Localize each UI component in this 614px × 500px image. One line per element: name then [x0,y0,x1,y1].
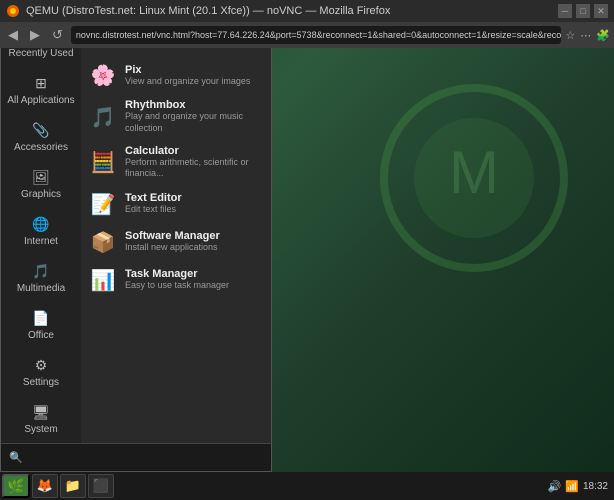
calculator-app-text: Calculator Perform arithmetic, scientifi… [125,145,263,180]
settings-label: Settings [23,377,59,388]
calculator-app-desc: Perform arithmetic, scientific or financ… [125,157,263,180]
app-list: 🦊 Firefox Web Browser Browse the World W… [81,48,271,443]
sidebar-item-internet[interactable]: 🌐 Internet [1,208,81,255]
rhythmbox-app-name: Rhythmbox [125,99,263,111]
list-item[interactable]: 🎵 Rhythmbox Play and organize your music… [81,94,271,139]
task-manager-app-text: Task Manager Easy to use task manager [125,268,229,292]
firefox-icon [6,4,20,18]
sidebar-item-graphics[interactable]: 🖼 Graphics [1,161,81,208]
multimedia-icon: 🎵 [32,263,49,280]
software-manager-app-text: Software Manager Install new application… [125,230,220,254]
start-button[interactable]: 🌿 [2,474,30,498]
volume-icon: 🔊 [548,480,562,493]
sidebar-item-all-apps[interactable]: ⊞ All Applications [1,67,81,114]
sidebar-item-settings[interactable]: ⚙ Settings [1,349,81,396]
thunderbird-app-text: Thunderbird Mail Send and receive mail w… [125,48,263,51]
pix-app-name: Pix [125,64,250,76]
calculator-app-icon: 🧮 [89,148,117,176]
sidebar-item-recently-used[interactable]: 🕐 Recently Used [1,48,81,67]
accessories-icon: 📎 [32,122,49,139]
taskbar-right: 🔊 📶 18:32 [548,480,612,493]
window-title: QEMU (DistroTest.net: Linux Mint (20.1 X… [26,5,552,17]
task-manager-app-desc: Easy to use task manager [125,280,229,292]
settings-icon: ⚙ [35,357,48,374]
software-manager-app-name: Software Manager [125,230,220,242]
minimize-button[interactable]: ─ [558,4,572,18]
system-label: System [24,424,57,435]
pix-app-icon: 🌸 [89,61,117,89]
bookmark-icon[interactable]: ☆ [565,29,575,42]
internet-icon: 🌐 [32,216,49,233]
navigation-bar: ◀ ▶ ↺ novnc.distrotest.net/vnc.html?host… [0,22,614,48]
app-menu-body: ⭐ Favorites 🕐 Recently Used ⊞ All Applic… [1,48,271,443]
title-bar: QEMU (DistroTest.net: Linux Mint (20.1 X… [0,0,614,22]
all-apps-label: All Applications [7,95,74,106]
close-button[interactable]: ✕ [594,4,608,18]
sidebar-item-accessories[interactable]: 📎 Accessories [1,114,81,161]
taskbar-apps: 🦊 📁 ⬛ [32,474,546,498]
pix-app-desc: View and organize your images [125,76,250,88]
rhythmbox-app-icon: 🎵 [89,103,117,131]
app-menu: 👤 Live session user 📷 🔒 ⏻ ⭐ Favorites 🕐 … [0,48,272,472]
taskbar: 🌿 🦊 📁 ⬛ 🔊 📶 18:32 [0,472,614,500]
taskbar-app-firefox[interactable]: 🦊 [32,474,58,498]
office-icon: 📄 [32,310,49,327]
browser-chrome: QEMU (DistroTest.net: Linux Mint (20.1 X… [0,0,614,48]
start-icon: 🌿 [7,478,24,495]
internet-label: Internet [24,236,58,247]
list-item[interactable]: 📝 Text Editor Edit text files [81,185,271,223]
menu-sidebar: ⭐ Favorites 🕐 Recently Used ⊞ All Applic… [1,48,81,443]
forward-button[interactable]: ▶ [26,25,44,45]
list-item[interactable]: 🐦 Thunderbird Mail Send and receive mail… [81,48,271,56]
taskbar-app-files[interactable]: 📁 [60,474,86,498]
svg-text:M: M [449,139,499,206]
maximize-button[interactable]: □ [576,4,590,18]
rhythmbox-app-text: Rhythmbox Play and organize your music c… [125,99,263,134]
search-input[interactable] [29,452,263,464]
text-editor-app-name: Text Editor [125,192,182,204]
address-text: novnc.distrotest.net/vnc.html?host=77.64… [76,30,562,40]
software-manager-app-icon: 📦 [89,228,117,256]
sidebar-item-system[interactable]: 🖥 System [1,396,81,443]
text-editor-app-icon: 📝 [89,190,117,218]
mint-logo: M [374,78,574,278]
graphics-label: Graphics [21,189,61,200]
sidebar-item-office[interactable]: 📄 Office [1,302,81,349]
accessories-label: Accessories [14,142,68,153]
list-item[interactable]: 📊 Task Manager Easy to use task manager [81,261,271,299]
clock: 18:32 [583,481,608,492]
menu-search-bar: 🔍 [1,443,271,471]
search-icon: 🔍 [9,451,23,464]
rhythmbox-app-desc: Play and organize your music collection [125,111,263,134]
recently-used-label: Recently Used [8,48,73,59]
taskbar-app-terminal[interactable]: ⬛ [88,474,114,498]
system-icon: 🖥 [32,404,50,421]
task-manager-app-name: Task Manager [125,268,229,280]
nav-icons: ☆ ⋯ 🧩 [565,29,610,42]
reload-button[interactable]: ↺ [48,25,67,45]
network-icon: 📶 [565,480,579,493]
back-button[interactable]: ◀ [4,25,22,45]
office-label: Office [28,330,54,341]
all-apps-icon: ⊞ [35,75,47,92]
window-controls: ─ □ ✕ [558,4,608,18]
menu-dots-icon[interactable]: ⋯ [580,29,591,42]
thunderbird-app-desc: Send and receive mail with Thunderbird [125,48,263,51]
list-item[interactable]: 🧮 Calculator Perform arithmetic, scienti… [81,140,271,185]
pix-app-text: Pix View and organize your images [125,64,250,88]
list-item[interactable]: 🌸 Pix View and organize your images [81,56,271,94]
text-editor-app-desc: Edit text files [125,204,182,216]
graphics-icon: 🖼 [32,169,50,186]
text-editor-app-text: Text Editor Edit text files [125,192,182,216]
list-item[interactable]: 📦 Software Manager Install new applicati… [81,223,271,261]
multimedia-label: Multimedia [17,283,65,294]
address-bar[interactable]: novnc.distrotest.net/vnc.html?host=77.64… [71,26,562,44]
extensions-icon[interactable]: 🧩 [596,29,610,42]
calculator-app-name: Calculator [125,145,263,157]
software-manager-app-desc: Install new applications [125,242,220,254]
sidebar-item-multimedia[interactable]: 🎵 Multimedia [1,255,81,302]
task-manager-app-icon: 📊 [89,266,117,294]
desktop: M Home Mint Install Linux Mint 👤 [0,48,614,500]
